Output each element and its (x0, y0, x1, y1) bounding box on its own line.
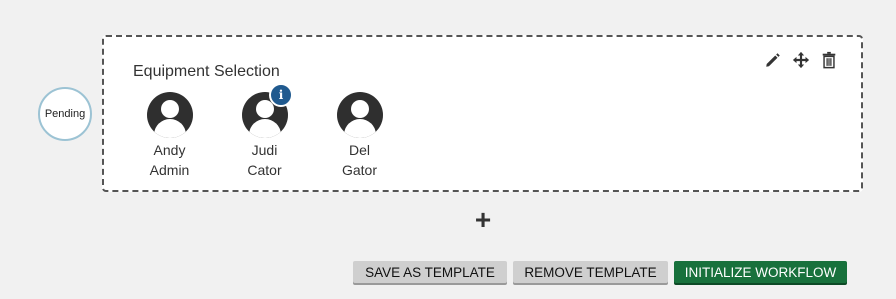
assignee-first-name: Andy (153, 142, 186, 158)
assignee-name: Judi Cator (247, 140, 281, 180)
info-icon[interactable]: i (269, 83, 293, 107)
avatar[interactable] (146, 92, 193, 138)
step-toolbar (763, 50, 839, 70)
assignee[interactable]: i Judi Cator (241, 83, 293, 180)
assignee-last-name: Gator (341, 162, 377, 178)
avatar[interactable] (336, 92, 383, 138)
step-title: Equipment Selection (133, 63, 280, 80)
assignee-last-name: Cator (247, 162, 282, 178)
status-label: Pending (44, 108, 86, 120)
remove-template-button[interactable]: REMOVE TEMPLATE (513, 261, 668, 283)
assignee-name: Andy Admin (150, 140, 190, 180)
assignee[interactable]: Del Gator (336, 92, 383, 180)
assignee-first-name: Del (348, 142, 370, 158)
workflow-step-card[interactable]: Equipment Selection Andy Admin i Judi Ca… (102, 35, 863, 192)
pencil-icon[interactable] (763, 50, 783, 70)
assignee-last-name: Admin (149, 162, 190, 178)
assignee-list: Andy Admin i Judi Cator Del Gator (146, 83, 383, 180)
status-badge: Pending (38, 87, 92, 141)
assignee[interactable]: Andy Admin (146, 92, 193, 180)
assignee-first-name: Judi (251, 142, 278, 158)
initialize-workflow-button[interactable]: INITIALIZE WORKFLOW (674, 261, 847, 283)
trash-icon[interactable] (819, 50, 839, 70)
add-step-button[interactable]: + (470, 206, 496, 234)
assignee-name: Del Gator (342, 140, 377, 180)
move-icon[interactable] (791, 50, 811, 70)
save-as-template-button[interactable]: SAVE AS TEMPLATE (353, 261, 507, 283)
